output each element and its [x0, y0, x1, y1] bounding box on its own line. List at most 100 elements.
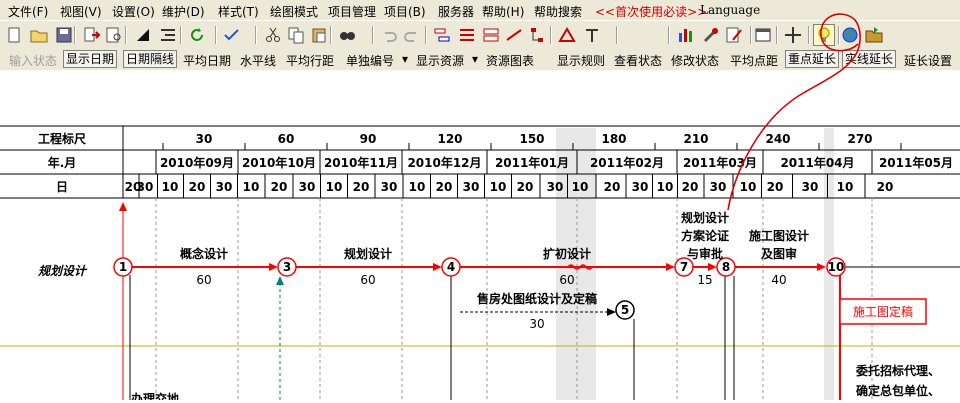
redo-icon[interactable]: [402, 25, 422, 45]
day-label: 30: [381, 180, 398, 194]
undo-icon[interactable]: [379, 25, 399, 45]
indent-icon[interactable]: [158, 25, 178, 45]
day-label: 30: [802, 180, 819, 194]
folder-open-icon[interactable]: [864, 25, 884, 45]
menu-item-2[interactable]: 设置(O): [112, 3, 155, 20]
save-icon[interactable]: [54, 25, 74, 45]
show-date-button[interactable]: 显示日期: [63, 50, 118, 68]
ruler-tick-label: 210: [683, 132, 708, 146]
globe-icon[interactable]: [840, 25, 860, 45]
month-label: 2010年12月: [407, 155, 481, 170]
crosshair-icon[interactable]: [783, 25, 803, 45]
avg-row-button[interactable]: 平均行距: [286, 52, 334, 69]
menu-item-6[interactable]: 项目管理: [328, 3, 376, 20]
find-icon[interactable]: [337, 25, 357, 45]
note-text: 委托招标代理、: [855, 363, 940, 378]
bottom-label: 办理交地: [131, 391, 179, 400]
day-label: 10: [657, 180, 674, 194]
menu-item-0[interactable]: 文件(F): [8, 3, 48, 20]
bulb-icon[interactable]: [813, 24, 835, 46]
day-label: 20: [877, 180, 894, 194]
tools-icon[interactable]: [701, 25, 721, 45]
edit-status-button[interactable]: 修改状态: [671, 52, 719, 69]
day-label: 20: [517, 180, 534, 194]
activity-name: 施工图设计: [749, 228, 809, 243]
arrowhead: [666, 263, 675, 271]
check-icon[interactable]: [222, 25, 242, 45]
network-canvas[interactable]: 工程标尺 年.月日 30 60 90 120 150 180 210 240 270 2010年09月…: [0, 70, 960, 403]
triangle-icon[interactable]: [133, 25, 153, 45]
node-icon[interactable]: [481, 25, 501, 45]
gantt-icon[interactable]: [557, 25, 577, 45]
node-number: 7: [680, 260, 688, 274]
refresh-icon[interactable]: [187, 25, 207, 45]
extend-settings-button[interactable]: 延长设置: [904, 52, 952, 69]
view-status-button[interactable]: 查看状态: [614, 52, 662, 69]
link-tasks-icon[interactable]: [432, 25, 452, 45]
date-lines-button[interactable]: 日期隔线: [123, 50, 178, 68]
edit-icon[interactable]: [724, 25, 744, 45]
split-icon[interactable]: [457, 25, 477, 45]
activity-name: 规划设计: [344, 246, 392, 261]
day-label: 10: [740, 180, 757, 194]
arrowhead: [269, 263, 278, 271]
input-status-button[interactable]: 输入状态: [9, 52, 57, 69]
new-file-icon[interactable]: [4, 25, 24, 45]
show-rules-button[interactable]: 显示规则: [557, 52, 605, 69]
arrowhead: [607, 308, 616, 316]
hline-button[interactable]: 水平线: [240, 52, 276, 69]
key-extend-button[interactable]: 重点延长: [785, 50, 840, 68]
toolbar-separator: [616, 26, 618, 44]
menu-item-1[interactable]: 视图(V): [60, 3, 102, 20]
chevron-down-icon[interactable]: ▾: [402, 52, 408, 66]
bar-chart-icon[interactable]: [676, 25, 696, 45]
toolbar-separator: [750, 26, 752, 44]
cut-icon[interactable]: [263, 25, 283, 45]
menu-item-11[interactable]: <<首次使用必读>>: [595, 3, 707, 20]
avg-date-button[interactable]: 平均日期: [183, 52, 231, 69]
copy-icon[interactable]: [286, 25, 306, 45]
menu-item-12[interactable]: Language: [700, 3, 760, 17]
toolbar-separator: [330, 26, 332, 44]
note-text: 确定总包单位、: [856, 383, 940, 398]
avg-node-button[interactable]: 平均点距: [730, 52, 778, 69]
group-label: 规划设计: [38, 264, 88, 278]
toolbar-separator: [808, 26, 810, 44]
toolbar-separator: [668, 26, 670, 44]
network-icon[interactable]: [527, 25, 547, 45]
menu-item-10[interactable]: 帮助搜索: [534, 3, 582, 20]
toolbar-separator: [215, 26, 217, 44]
line-icon[interactable]: [504, 25, 524, 45]
menu-item-5[interactable]: 绘图模式: [270, 3, 318, 20]
single-num-button[interactable]: 单独编号: [346, 52, 394, 69]
menu-item-8[interactable]: 服务器: [438, 3, 474, 20]
menu-item-7[interactable]: 项目(B): [384, 3, 426, 20]
day-label: 10: [409, 180, 426, 194]
menu-item-4[interactable]: 样式(T): [218, 3, 259, 20]
print-preview-icon[interactable]: [104, 25, 124, 45]
show-resource-button[interactable]: 显示资源: [416, 52, 464, 69]
day-label: 10: [243, 180, 260, 194]
day-label: 20: [436, 180, 453, 194]
menu-item-3[interactable]: 维护(D): [162, 3, 205, 20]
chevron-down-icon[interactable]: ▾: [472, 52, 478, 66]
ruler-tick-label: 90: [360, 132, 377, 146]
day-label: 20: [189, 180, 206, 194]
resource-chart-button[interactable]: 资源图表: [486, 52, 534, 69]
menu-item-9[interactable]: 帮助(H): [482, 3, 524, 20]
calendar-icon[interactable]: [753, 25, 773, 45]
node-number: 10: [828, 260, 845, 274]
activity-duration: 40: [771, 273, 786, 287]
activity-duration: 15: [697, 273, 712, 287]
day-label: 30: [547, 180, 564, 194]
align-icon[interactable]: [582, 25, 602, 45]
export-icon[interactable]: [82, 25, 102, 45]
day-label: 30: [632, 180, 649, 194]
real-extend-button[interactable]: 实线延长: [842, 50, 897, 68]
open-folder-icon[interactable]: [29, 25, 49, 45]
day-label: 30: [299, 180, 316, 194]
paste-icon[interactable]: [309, 25, 329, 45]
toolbar: [0, 20, 960, 50]
network-diagram[interactable]: 工程标尺年.月日30 60 90 120 150 180 210 240 2702010年09月…: [0, 70, 960, 403]
day-label: 20: [353, 180, 370, 194]
